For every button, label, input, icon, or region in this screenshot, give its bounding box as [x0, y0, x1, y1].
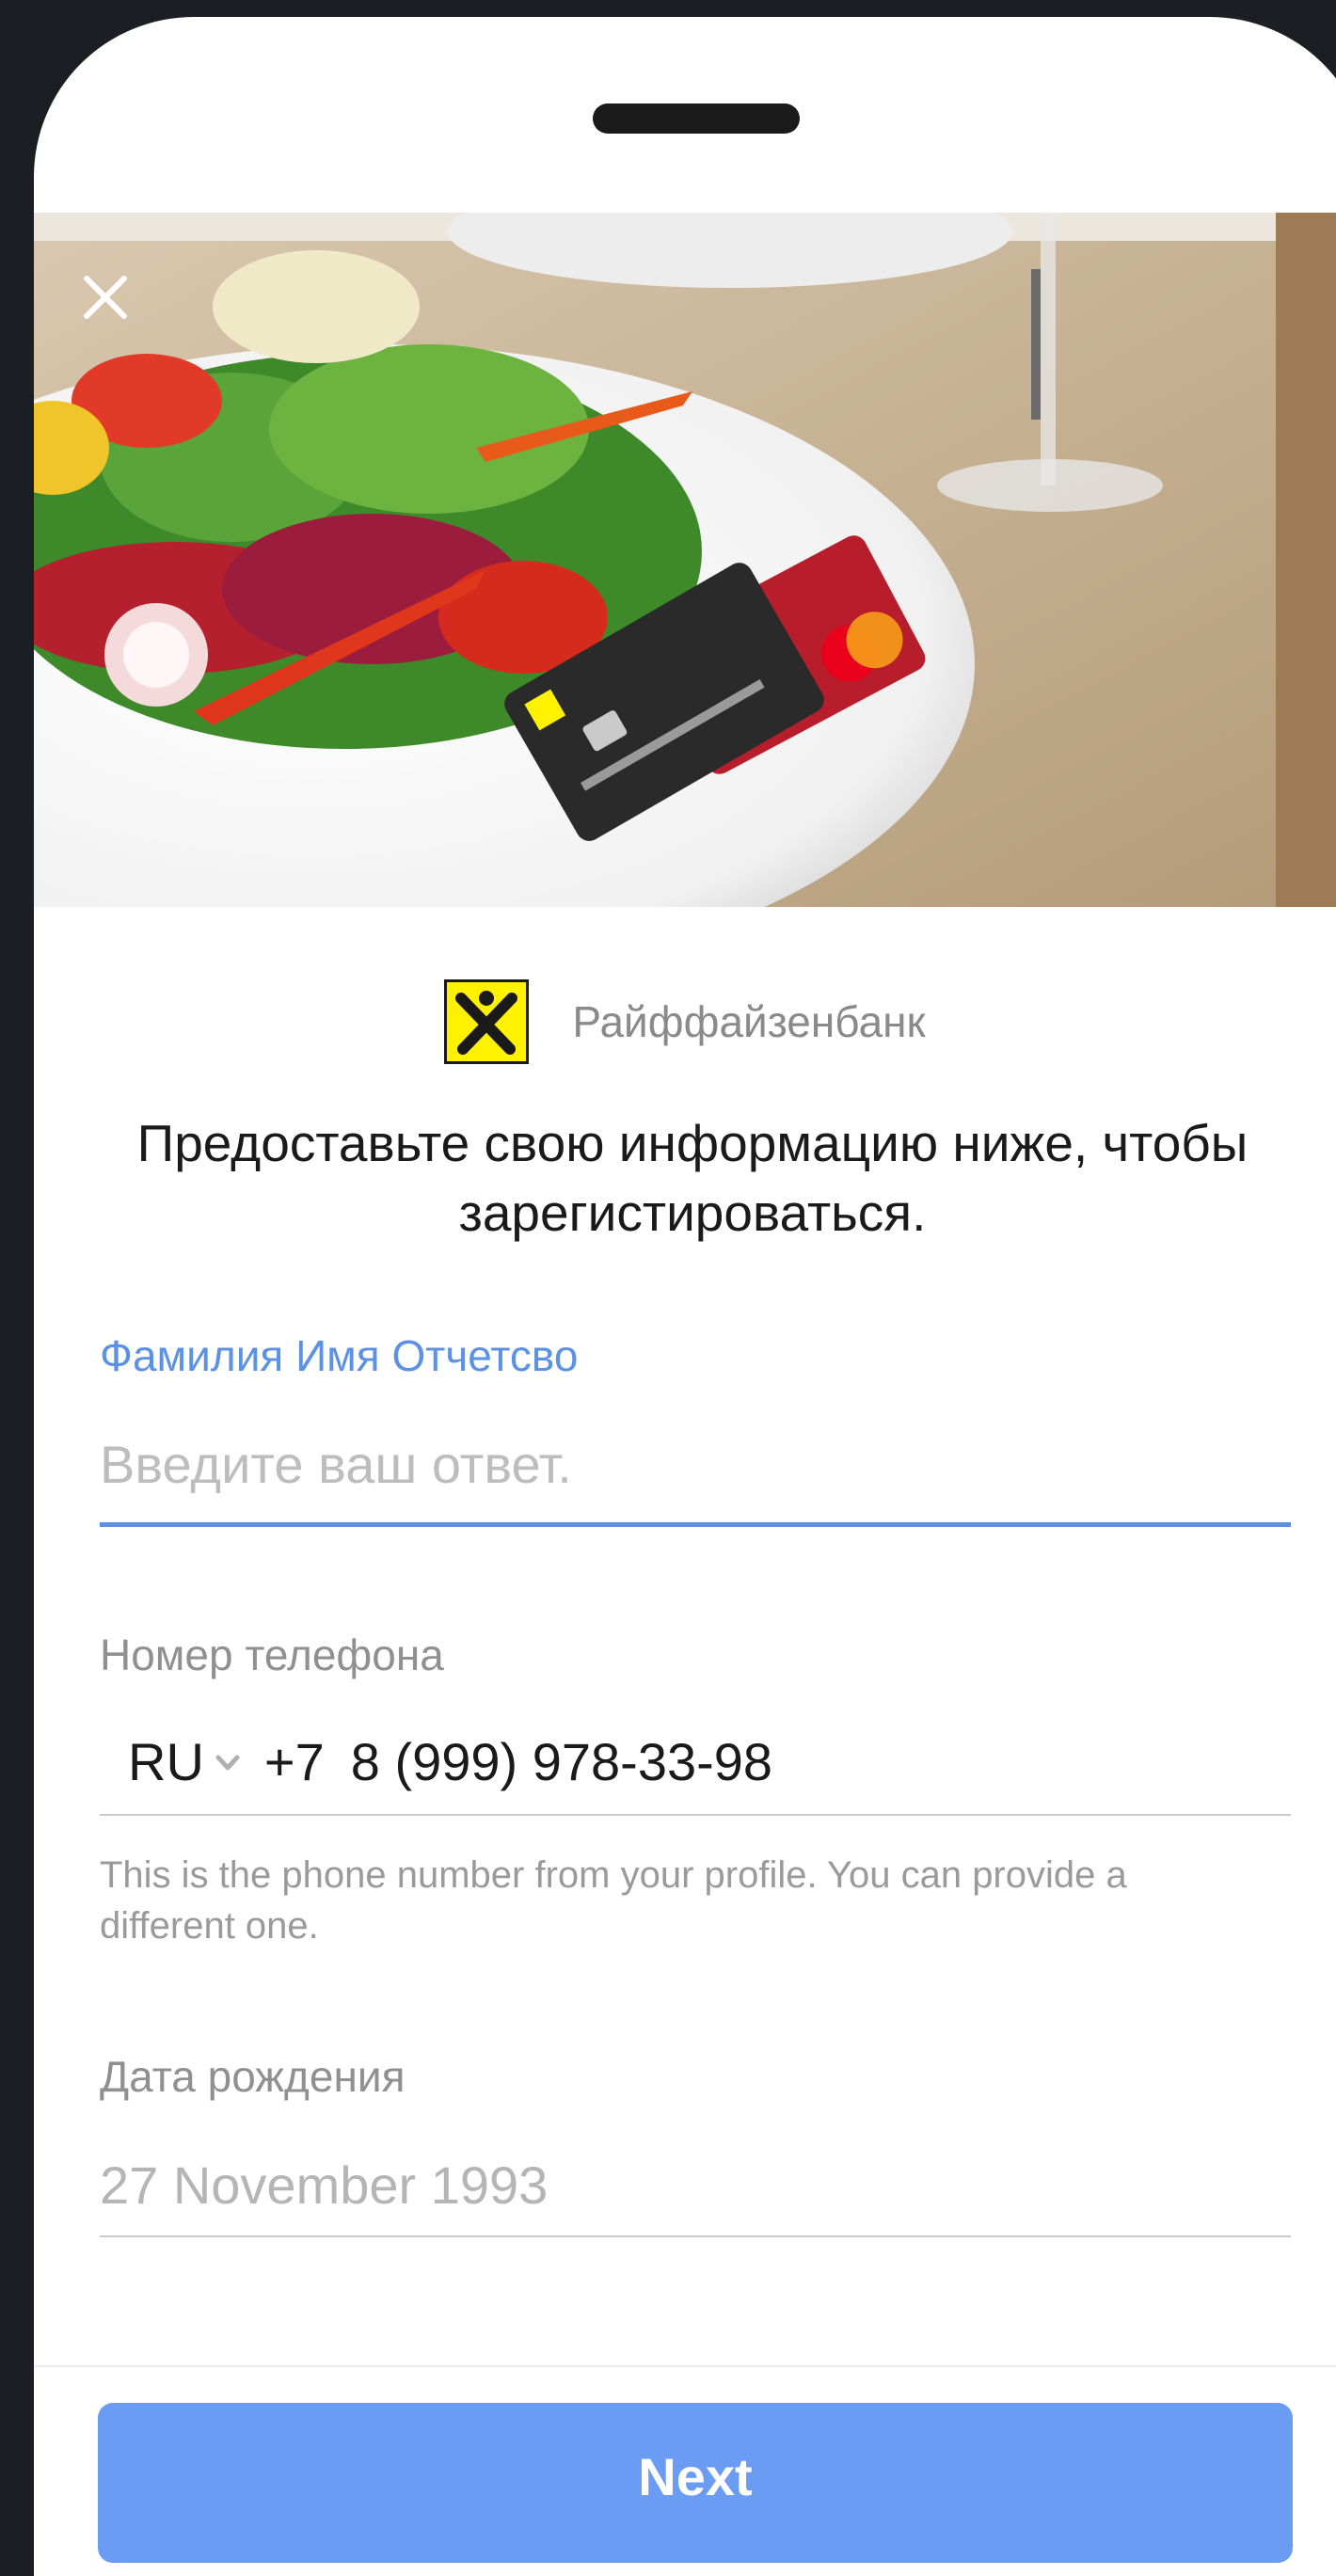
- country-code: RU: [128, 1731, 204, 1791]
- country-selector[interactable]: RU: [100, 1731, 242, 1792]
- birth-date-field[interactable]: 27 November 1993: [100, 2155, 548, 2216]
- full-name-input[interactable]: [100, 1428, 1291, 1500]
- full-name-underline: [100, 1522, 1291, 1527]
- phone-label: Номер телефона: [100, 1630, 444, 1679]
- phone-hint: This is the phone number from your profi…: [100, 1854, 1127, 1947]
- phone-screen: Райффайзенбанк Предоставьте свою информа…: [34, 17, 1336, 2576]
- footer-divider: [34, 2365, 1336, 2367]
- chevron-down-icon: [214, 1749, 242, 1777]
- birth-date-label: Дата рождения: [100, 2052, 406, 2101]
- brand-header: Райффайзенбанк: [34, 978, 1336, 1065]
- next-button[interactable]: Next: [98, 2403, 1293, 2563]
- close-icon[interactable]: [77, 269, 134, 326]
- form-headline: Предоставьте свою информацию ниже, чтобы…: [136, 1114, 1249, 1242]
- dial-code: +7: [263, 1731, 325, 1791]
- brand-name: Райффайзенбанк: [572, 997, 926, 1046]
- raiffeisen-logo-icon: [444, 979, 530, 1064]
- speaker-notch: [593, 103, 800, 134]
- phone-underline: [100, 1814, 1291, 1816]
- full-name-label: Фамилия Имя Отчетсво: [100, 1331, 579, 1380]
- birth-date-underline: [100, 2235, 1291, 2237]
- phone-input[interactable]: [350, 1730, 1291, 1792]
- phone-field: RU +7: [100, 1722, 1291, 1801]
- hero-image: [34, 213, 1336, 907]
